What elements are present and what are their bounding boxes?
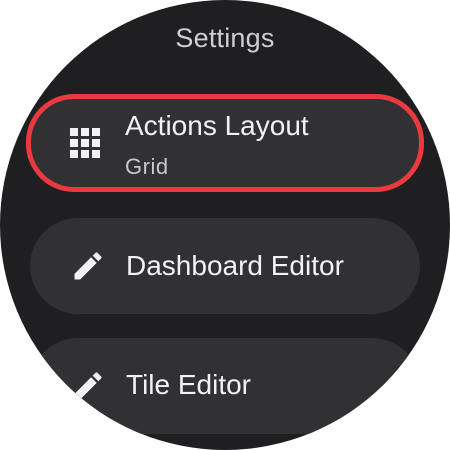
actions-layout-label: Actions Layout (125, 110, 309, 141)
pencil-icon (74, 252, 102, 280)
actions-layout-value: Grid (125, 154, 169, 179)
dashboard-editor-label: Dashboard Editor (126, 250, 344, 281)
actions-layout-chip[interactable]: Actions Layout Grid (26, 94, 424, 192)
tile-editor-chip[interactable]: Tile Editor (30, 338, 420, 434)
grid-icon (70, 128, 100, 158)
dashboard-editor-chip[interactable]: Dashboard Editor (30, 218, 420, 314)
watch-screen: Settings Actions Layout Grid Dashboard E… (0, 0, 450, 450)
screen-title: Settings (175, 23, 275, 53)
tile-editor-label: Tile Editor (126, 369, 252, 400)
pencil-icon (74, 372, 102, 400)
